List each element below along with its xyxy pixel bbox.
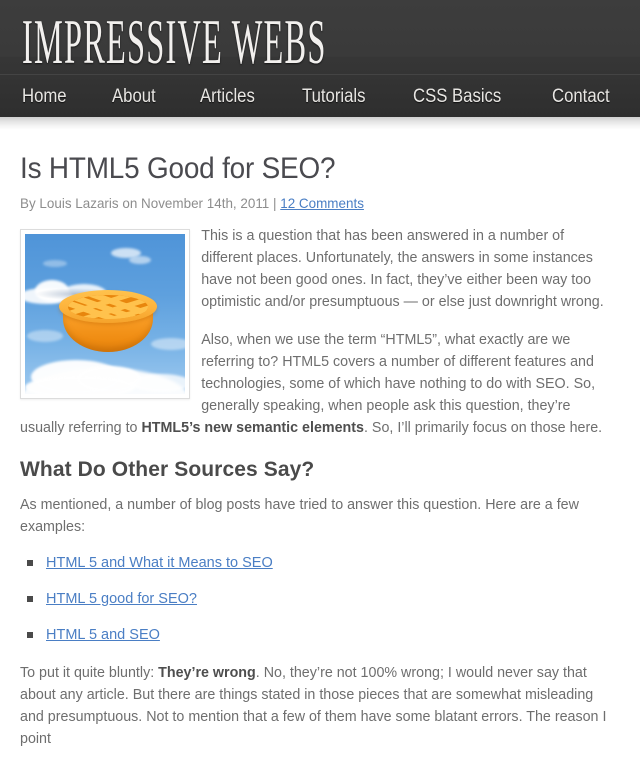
source-link-2[interactable]: HTML 5 good for SEO? — [46, 591, 197, 607]
site-header: IMPRESSIVE WEBS Home About Articles Tuto… — [0, 0, 640, 117]
paragraph-text-part: . So, I’ll primarily focus on those here… — [363, 420, 603, 436]
source-link-3[interactable]: HTML 5 and SEO — [46, 627, 160, 643]
paragraph-conclusion: To put it quite bluntly: They’re wrong. … — [20, 662, 611, 750]
semantic-elements-emphasis: HTML5’s new semantic elements — [141, 420, 364, 436]
site-logo[interactable]: IMPRESSIVE WEBS — [22, 5, 327, 78]
nav-item-articles: Articles — [200, 86, 301, 108]
nav-link-tutorials[interactable]: Tutorials — [302, 86, 381, 108]
nav-item-home: Home — [22, 86, 112, 108]
post-meta: By Louis Lazaris on November 14th, 2011 … — [20, 194, 596, 212]
nav-link-home[interactable]: Home — [22, 86, 82, 108]
source-link-1[interactable]: HTML 5 and What it Means to SEO — [46, 555, 273, 571]
comments-link[interactable]: 12 Comments — [280, 195, 364, 211]
theyre-wrong-emphasis: They’re wrong — [158, 665, 256, 681]
list-item: HTML 5 good for SEO? — [27, 590, 620, 608]
post-byline: By Louis Lazaris on November 14th, 2011 … — [20, 195, 281, 211]
paragraph-intro: This is a question that has been answere… — [201, 228, 604, 310]
article-content: Is HTML5 Good for SEO? By Louis Lazaris … — [0, 130, 640, 750]
nav-link-contact[interactable]: Contact — [552, 86, 625, 108]
nav-item-about: About — [112, 86, 201, 108]
header-shadow-divider — [0, 117, 640, 130]
nav-link-articles[interactable]: Articles — [200, 86, 271, 108]
source-links-list: HTML 5 and What it Means to SEO HTML 5 g… — [20, 554, 620, 644]
nav-list: Home About Articles Tutorials CSS Basics… — [0, 75, 640, 117]
nav-item-contact: Contact — [552, 86, 635, 108]
main-navigation: Home About Articles Tutorials CSS Basics… — [0, 74, 640, 117]
paragraph-sources-intro: As mentioned, a number of blog posts hav… — [20, 497, 579, 535]
nav-item-css-basics: CSS Basics — [413, 86, 552, 108]
nav-link-css-basics[interactable]: CSS Basics — [413, 86, 517, 108]
paragraph-text-part: To put it quite bluntly: — [20, 665, 159, 681]
list-item: HTML 5 and What it Means to SEO — [27, 554, 620, 572]
nav-link-about[interactable]: About — [112, 86, 172, 108]
page-title: Is HTML5 Good for SEO? — [20, 152, 336, 185]
paragraph-html5-definition: Also, when we use the term “HTML5”, what… — [20, 329, 611, 439]
nav-item-tutorials: Tutorials — [302, 86, 413, 108]
list-item: HTML 5 and SEO — [27, 626, 620, 644]
section-heading-other-sources: What Do Other Sources Say? — [20, 458, 315, 481]
